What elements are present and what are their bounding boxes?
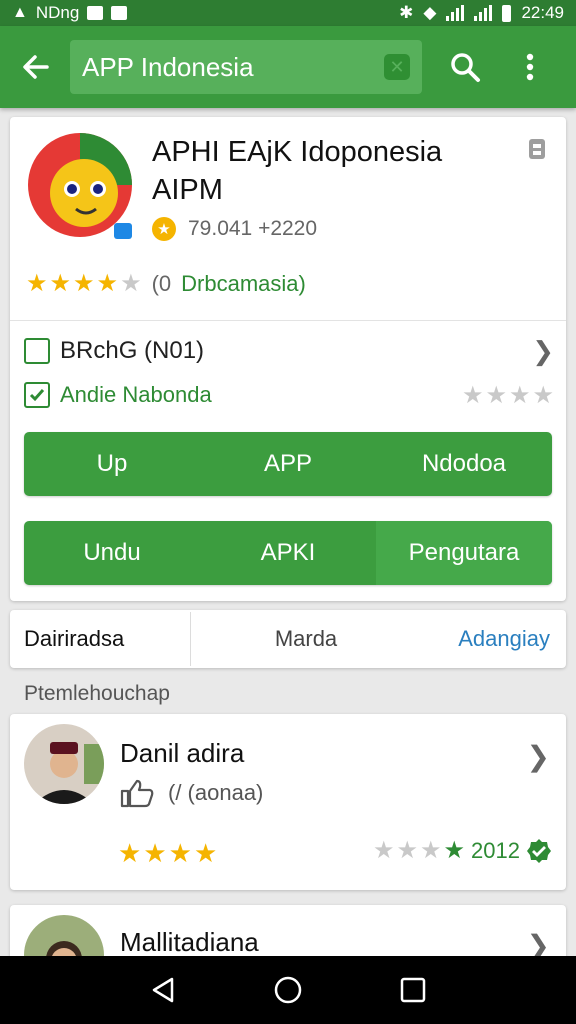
- more-vert-icon: [526, 53, 534, 81]
- chevron-right-icon: ❯: [532, 335, 554, 366]
- nav-recents-button[interactable]: [393, 970, 433, 1010]
- app-meta: ★ 79.041 +2220: [152, 217, 317, 241]
- thumb-up-icon[interactable]: [120, 778, 154, 808]
- review-likes: (/ (aonaa): [168, 780, 264, 805]
- btn2-seg1: Undu: [83, 539, 141, 566]
- secondary-action-button[interactable]: Undu APKI Pengutara: [24, 521, 552, 585]
- rating-count: (0: [151, 270, 172, 296]
- status-bar: ▲ NDng ✱ ◆ 22:49: [0, 0, 576, 26]
- award-icon: ★: [152, 217, 176, 241]
- option-row-2[interactable]: Andie Nabonda ★ ★ ★ ★: [24, 375, 554, 415]
- battery-icon: [502, 4, 512, 22]
- back-arrow-icon: [23, 55, 49, 79]
- app-toolbar: APP Indonesia ✕: [0, 26, 576, 108]
- signal2-icon: [474, 5, 493, 21]
- rating-tag: Drbcamasia): [181, 270, 306, 296]
- verified-icon: [527, 838, 551, 863]
- app-detail-card: APHI EAjK Idoponesia AIPM ★ 79.041 +2220…: [10, 117, 566, 601]
- option2-stars: ★ ★ ★ ★: [461, 381, 554, 409]
- carrier-name: NDng: [35, 3, 80, 22]
- nav-home-icon: [274, 976, 302, 1004]
- signal-icon: [446, 5, 465, 21]
- divider: [10, 320, 566, 321]
- chevron-right-icon: ❯: [526, 741, 550, 772]
- system-nav-bar: [0, 956, 576, 1024]
- review-stars: ★ ★ ★ ★: [118, 838, 218, 868]
- notification-icon: ▲: [12, 4, 28, 21]
- tab-1[interactable]: Dairiradsa: [10, 610, 190, 668]
- review-date-stars: ★ ★ ★ ★: [372, 837, 466, 864]
- option-row-1[interactable]: BRchG (N01) ❯: [24, 331, 554, 371]
- section-label: Ptemlehouchap: [24, 682, 170, 705]
- rating-stars: ★ ★ ★ ★ ★: [26, 270, 142, 297]
- checkbox-checked-icon[interactable]: [24, 382, 50, 408]
- nav-home-button[interactable]: [268, 970, 308, 1010]
- tab-2[interactable]: Marda: [191, 610, 391, 668]
- clock: 22:49: [521, 3, 564, 22]
- btn2-seg3: Pengutara: [376, 521, 552, 585]
- reviewer-name: Danil adira: [120, 738, 245, 768]
- clear-search-icon[interactable]: ✕: [384, 54, 410, 80]
- tab-bar: Dairiradsa Marda Adangiay: [10, 610, 566, 668]
- btn1-seg2: APP: [263, 450, 313, 477]
- option2-label: Andie Nabonda: [60, 382, 212, 407]
- overflow-menu-button[interactable]: [500, 26, 560, 108]
- app-title: APHI EAjK Idoponesia AIPM: [152, 133, 522, 209]
- search-input[interactable]: APP Indonesia ✕: [70, 40, 422, 94]
- btn1-seg1: Up: [96, 450, 128, 477]
- mail-icon: [111, 6, 128, 20]
- wifi-icon: ◆: [423, 3, 437, 22]
- review-card[interactable]: Danil adira ❯ (/ (aonaa) ★ ★ ★ ★ ★ ★ ★ ★ 2012: [10, 714, 566, 890]
- app-rating-row: ★ ★ ★ ★ ★ (0 Drbcamasia): [26, 269, 306, 298]
- btn1-seg3: Ndodoa: [421, 450, 507, 477]
- review-likes-row: (/ (aonaa): [120, 778, 263, 808]
- checkbox-icon[interactable]: [24, 338, 50, 364]
- nav-recents-icon: [401, 977, 426, 1003]
- option1-label: BRchG (N01): [60, 337, 205, 364]
- app-title-line1: APHI EAjK Idoponesia: [152, 136, 443, 168]
- review-date: 2012: [471, 837, 520, 863]
- bluetooth-icon: ✱: [399, 3, 414, 22]
- search-button[interactable]: [430, 26, 500, 108]
- reviewer-name: Mallitadiana: [120, 927, 259, 957]
- nav-back-icon: [152, 977, 173, 1003]
- image-icon: [87, 6, 104, 20]
- rating-count-value: 0: [158, 270, 172, 296]
- search-query: APP Indonesia: [82, 51, 254, 82]
- app-meta-text: 79.041 +2220: [188, 217, 318, 240]
- app-icon[interactable]: [26, 131, 134, 239]
- pin-icon[interactable]: [526, 137, 548, 161]
- tab-3[interactable]: Adangiay: [391, 610, 566, 668]
- avatar: [24, 724, 104, 804]
- btn2-seg2: APKI: [260, 539, 316, 566]
- back-button[interactable]: [0, 26, 70, 108]
- search-icon: [451, 53, 480, 82]
- nav-back-button[interactable]: [143, 970, 183, 1010]
- app-title-line2: AIPM: [152, 174, 223, 206]
- primary-action-button[interactable]: Up APP Ndodoa: [24, 432, 552, 496]
- review-date-row: ★ ★ ★ ★ 2012: [373, 836, 552, 865]
